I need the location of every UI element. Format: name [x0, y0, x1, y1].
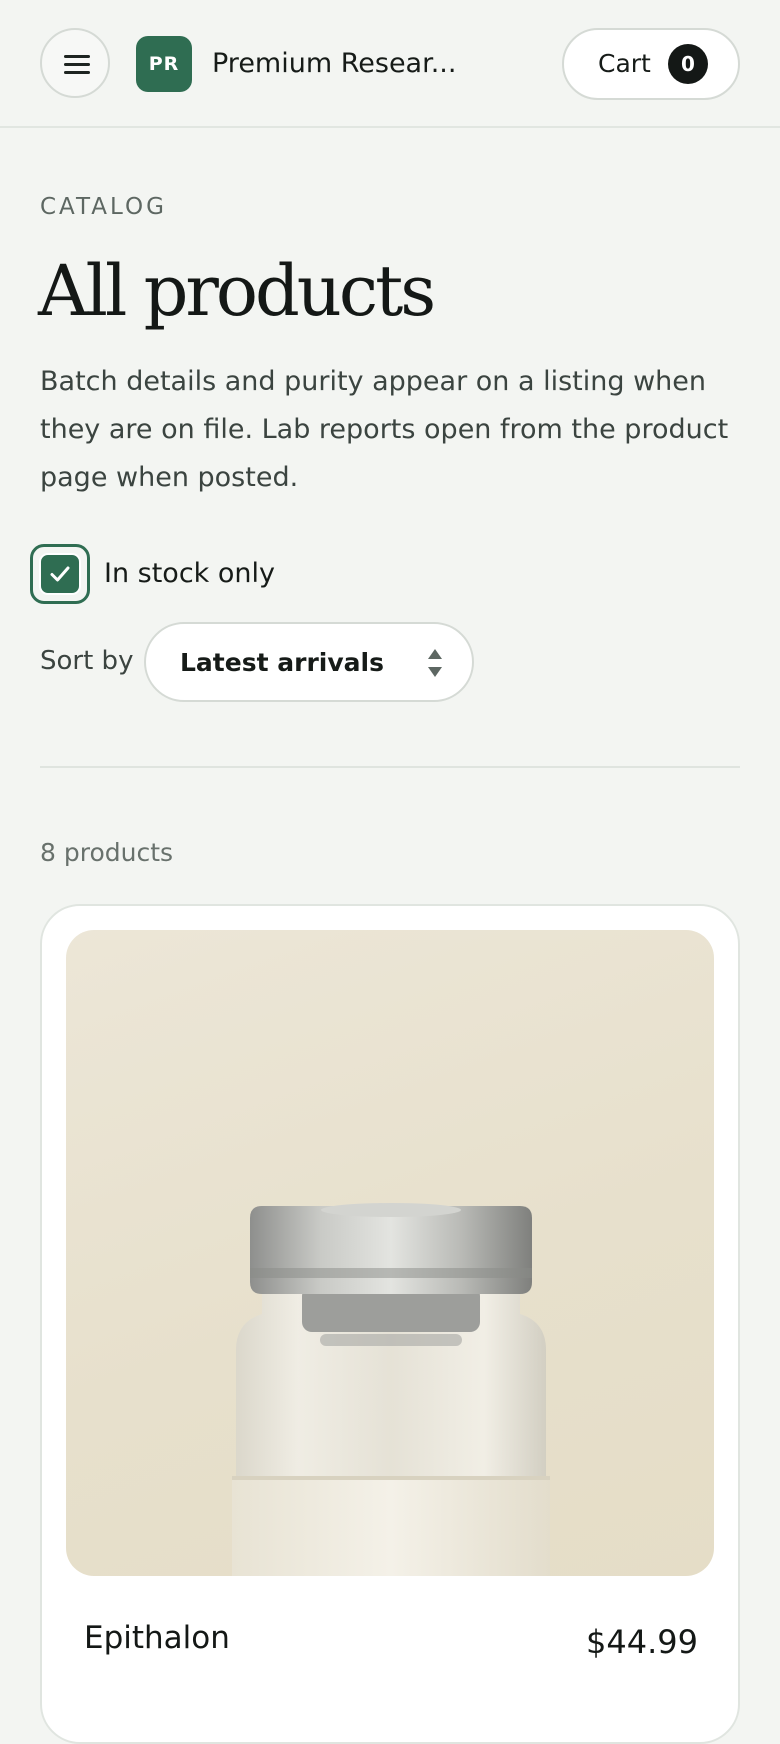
hamburger-icon-line-bottom	[64, 71, 90, 74]
hamburger-icon-line-top	[64, 55, 90, 58]
sort-selected-value: Latest arrivals	[180, 648, 384, 677]
sort-select[interactable]: Latest arrivals	[144, 622, 474, 702]
site-header: PR Premium Resear... Cart 0	[0, 0, 780, 128]
page-title: All products	[38, 250, 436, 332]
cart-count-badge: 0	[668, 44, 708, 84]
product-name[interactable]: Epithalon	[84, 1616, 230, 1660]
check-icon	[50, 566, 70, 582]
cart-label: Cart	[598, 49, 651, 78]
in-stock-label[interactable]: In stock only	[104, 556, 275, 592]
hamburger-icon-line-middle	[64, 63, 90, 66]
checkbox-fill	[39, 553, 81, 595]
cart-button[interactable]: Cart 0	[562, 28, 740, 100]
sort-label: Sort by	[40, 646, 134, 676]
product-count: 8 products	[40, 838, 174, 867]
product-card[interactable]: Epithalon $44.99	[40, 904, 740, 1744]
menu-button[interactable]	[40, 28, 110, 98]
in-stock-checkbox[interactable]	[30, 544, 90, 604]
brand-name[interactable]: Premium Resear...	[212, 44, 462, 84]
section-divider	[40, 766, 740, 768]
catalog-intro: Batch details and purity appear on a lis…	[40, 366, 729, 493]
product-price: $44.99	[586, 1623, 698, 1661]
product-image[interactable]	[66, 930, 714, 1576]
catalog-eyebrow: CATALOG	[40, 194, 167, 220]
vial-illustration	[232, 1203, 550, 1576]
select-arrows-icon	[428, 649, 442, 677]
brand-logo[interactable]: PR	[136, 36, 192, 92]
